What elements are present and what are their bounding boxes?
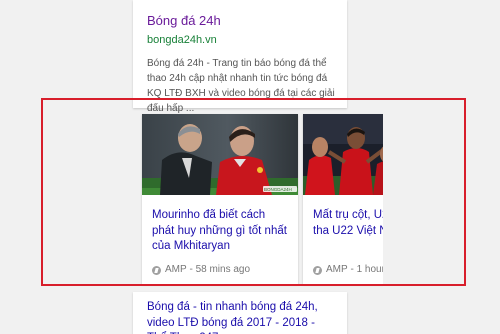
result-url: bongda24h.vn (147, 34, 217, 46)
highlight-box (41, 98, 466, 286)
search-result-thethao247: Bóng đá - tin nhanh bóng đá 24h, video L… (133, 292, 347, 334)
search-result-bongda24h: Bóng đá 24h bongda24h.vn Bóng đá 24h - T… (133, 0, 347, 114)
result-title-link[interactable]: Bóng đá - tin nhanh bóng đá 24h, video L… (147, 300, 335, 334)
result-title-link[interactable]: Bóng đá 24h (147, 12, 335, 30)
